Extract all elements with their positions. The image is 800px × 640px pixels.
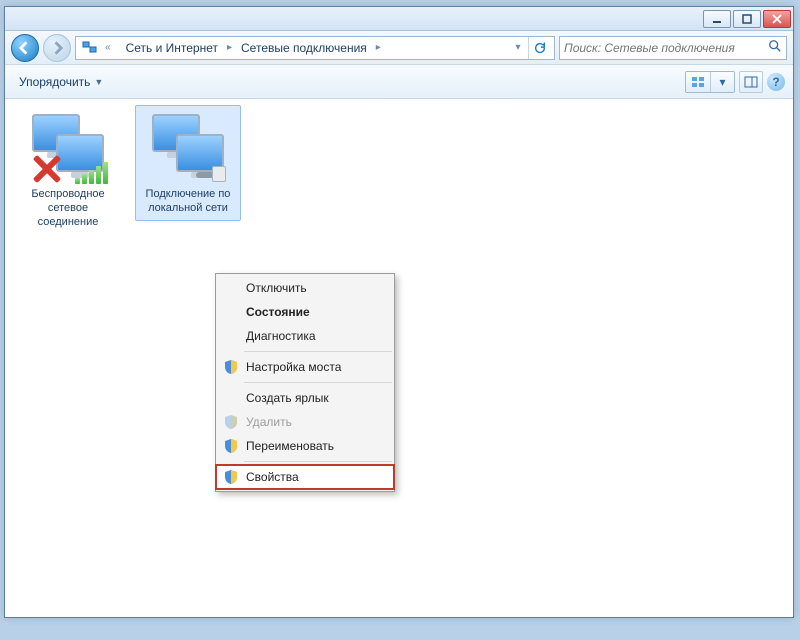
context-menu-label: Создать ярлык xyxy=(246,391,329,405)
search-input[interactable] xyxy=(564,41,768,55)
uac-shield-icon xyxy=(223,438,239,454)
context-menu-item[interactable]: Переименовать xyxy=(216,434,394,458)
breadcrumb-seg-2[interactable]: Сетевые подключения xyxy=(235,37,373,59)
view-mode-dropdown[interactable]: ▾ xyxy=(710,72,734,92)
forward-button[interactable] xyxy=(43,34,71,62)
breadcrumb-chevron-icon: ▸ xyxy=(224,42,235,53)
context-menu-label: Свойства xyxy=(246,470,299,484)
chevron-down-icon: ▼ xyxy=(94,77,103,87)
wireless-disconnected-icon xyxy=(28,110,108,186)
context-menu-separator xyxy=(244,382,392,383)
preview-pane-button[interactable] xyxy=(739,71,763,93)
refresh-button[interactable] xyxy=(528,37,550,59)
context-menu-item[interactable]: Настройка моста xyxy=(216,355,394,379)
connection-item-wireless[interactable]: Беспроводное сетевое соединение xyxy=(15,105,121,234)
context-menu-label: Настройка моста xyxy=(246,360,341,374)
lan-connection-icon xyxy=(148,110,228,186)
breadcrumb-seg-1[interactable]: Сеть и Интернет xyxy=(120,37,224,59)
context-menu-item: Удалить xyxy=(216,410,394,434)
context-menu-label: Удалить xyxy=(246,415,292,429)
context-menu-item[interactable]: Отключить xyxy=(216,276,394,300)
connection-label: Беспроводное сетевое соединение xyxy=(18,188,118,229)
network-icon xyxy=(82,40,98,56)
connection-item-lan[interactable]: Подключение по локальной сети xyxy=(135,105,241,221)
uac-shield-icon xyxy=(223,469,239,485)
context-menu-item[interactable]: Свойства xyxy=(216,465,394,489)
connection-label: Подключение по локальной сети xyxy=(138,188,238,216)
address-dropdown-icon[interactable]: ▾ xyxy=(510,42,526,53)
maximize-button[interactable] xyxy=(733,10,761,28)
organize-button[interactable]: Упорядочить ▼ xyxy=(13,72,109,92)
close-button[interactable] xyxy=(763,10,791,28)
title-bar xyxy=(5,7,793,31)
explorer-window: « Сеть и Интернет ▸ Сетевые подключения … xyxy=(4,6,794,618)
context-menu-item[interactable]: Диагностика xyxy=(216,324,394,348)
context-menu-separator xyxy=(244,351,392,352)
view-mode-icon[interactable] xyxy=(686,72,710,92)
minimize-button[interactable] xyxy=(703,10,731,28)
uac-shield-icon xyxy=(223,414,239,430)
search-icon xyxy=(768,39,782,56)
context-menu-label: Переименовать xyxy=(246,439,334,453)
content-pane: Беспроводное сетевое соединение Подключе… xyxy=(5,99,793,617)
context-menu-item[interactable]: Состояние xyxy=(216,300,394,324)
breadcrumb-chevron-icon: « xyxy=(102,42,114,53)
context-menu: Отключить Состояние Диагностика Настройка м… xyxy=(215,273,395,492)
uac-shield-icon xyxy=(223,359,239,375)
toolbar: Упорядочить ▼ ▾ ? xyxy=(5,65,793,99)
help-button[interactable]: ? xyxy=(767,73,785,91)
organize-label: Упорядочить xyxy=(19,75,90,89)
address-bar[interactable]: « Сеть и Интернет ▸ Сетевые подключения … xyxy=(75,36,555,60)
search-box[interactable] xyxy=(559,36,787,60)
context-menu-label: Диагностика xyxy=(246,329,316,343)
back-button[interactable] xyxy=(11,34,39,62)
context-menu-label: Состояние xyxy=(246,305,310,319)
context-menu-label: Отключить xyxy=(246,281,307,295)
context-menu-item[interactable]: Создать ярлык xyxy=(216,386,394,410)
nav-bar: « Сеть и Интернет ▸ Сетевые подключения … xyxy=(5,31,793,65)
view-mode-split-button[interactable]: ▾ xyxy=(685,71,735,93)
context-menu-separator xyxy=(244,461,392,462)
breadcrumb-chevron-icon: ▸ xyxy=(373,42,384,53)
